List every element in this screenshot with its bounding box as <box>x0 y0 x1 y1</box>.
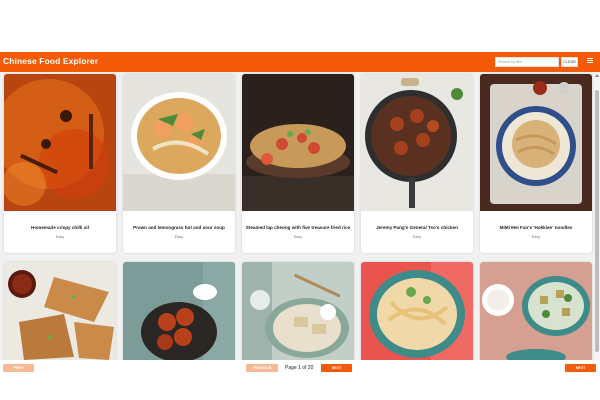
recipe-image <box>4 74 116 211</box>
recipe-difficulty: Easy <box>531 235 541 239</box>
recipe-image <box>4 262 116 360</box>
recipe-image <box>242 262 354 360</box>
page-indicator: Page 1 of 20 <box>285 365 314 371</box>
recipe-card[interactable]: Steamed lap cheong with five treasure fr… <box>242 74 354 253</box>
recipe-difficulty: Easy <box>55 235 65 239</box>
app-title: Chinese Food Explorer <box>3 56 99 66</box>
triangle-up-icon[interactable] <box>595 74 599 77</box>
recipe-grid: Homemade crispy chilli oil Easy Prawn an… <box>0 72 594 360</box>
recipe-card[interactable] <box>123 262 235 360</box>
recipe-title: Homemade crispy chilli oil <box>31 225 89 230</box>
recipe-card[interactable]: Jeremy Pang's General Tso's chicken Easy <box>361 74 473 253</box>
recipe-image <box>480 262 592 360</box>
next-button[interactable]: NEXT <box>321 364 352 372</box>
recipe-card[interactable] <box>4 262 116 360</box>
recipe-card[interactable] <box>242 262 354 360</box>
recipe-image <box>242 74 354 211</box>
top-margin <box>0 0 600 52</box>
recipe-card[interactable] <box>361 262 473 360</box>
app-header: Chinese Food Explorer CLEAR <box>0 52 600 72</box>
recipe-card[interactable] <box>480 262 592 360</box>
menu-icon[interactable] <box>587 58 593 64</box>
previous-button[interactable]: PREVIOUS <box>246 364 278 372</box>
scrollbar[interactable] <box>594 72 600 360</box>
pagination-bar: PREV PREVIOUS Page 1 of 20 NEXT NEXT <box>0 360 600 400</box>
recipe-card[interactable]: Prawn and lemongrass hot and sour soup E… <box>123 74 235 253</box>
recipe-title: Prawn and lemongrass hot and sour soup <box>133 225 225 230</box>
recipe-image <box>480 74 592 211</box>
recipe-title: MiMi Mei Fair's 'Hokkien' noodles <box>499 225 573 230</box>
recipe-card[interactable]: Homemade crispy chilli oil Easy <box>4 74 116 253</box>
recipe-image <box>123 74 235 211</box>
recipe-difficulty: Easy <box>174 235 184 239</box>
recipe-image <box>361 262 473 360</box>
search-input[interactable] <box>495 57 559 67</box>
recipe-image <box>123 262 235 360</box>
recipe-difficulty: Easy <box>293 235 303 239</box>
recipe-difficulty: Easy <box>412 235 422 239</box>
prev-button[interactable]: PREV <box>3 364 34 372</box>
scroll-thumb[interactable] <box>595 90 599 352</box>
recipe-card[interactable]: MiMi Mei Fair's 'Hokkien' noodles Easy <box>480 74 592 253</box>
clear-button[interactable]: CLEAR <box>561 57 578 67</box>
recipe-title: Steamed lap cheong with five treasure fr… <box>245 225 351 230</box>
recipe-image <box>361 74 473 211</box>
next-button-right[interactable]: NEXT <box>565 364 596 372</box>
recipe-title: Jeremy Pang's General Tso's chicken <box>376 225 458 230</box>
